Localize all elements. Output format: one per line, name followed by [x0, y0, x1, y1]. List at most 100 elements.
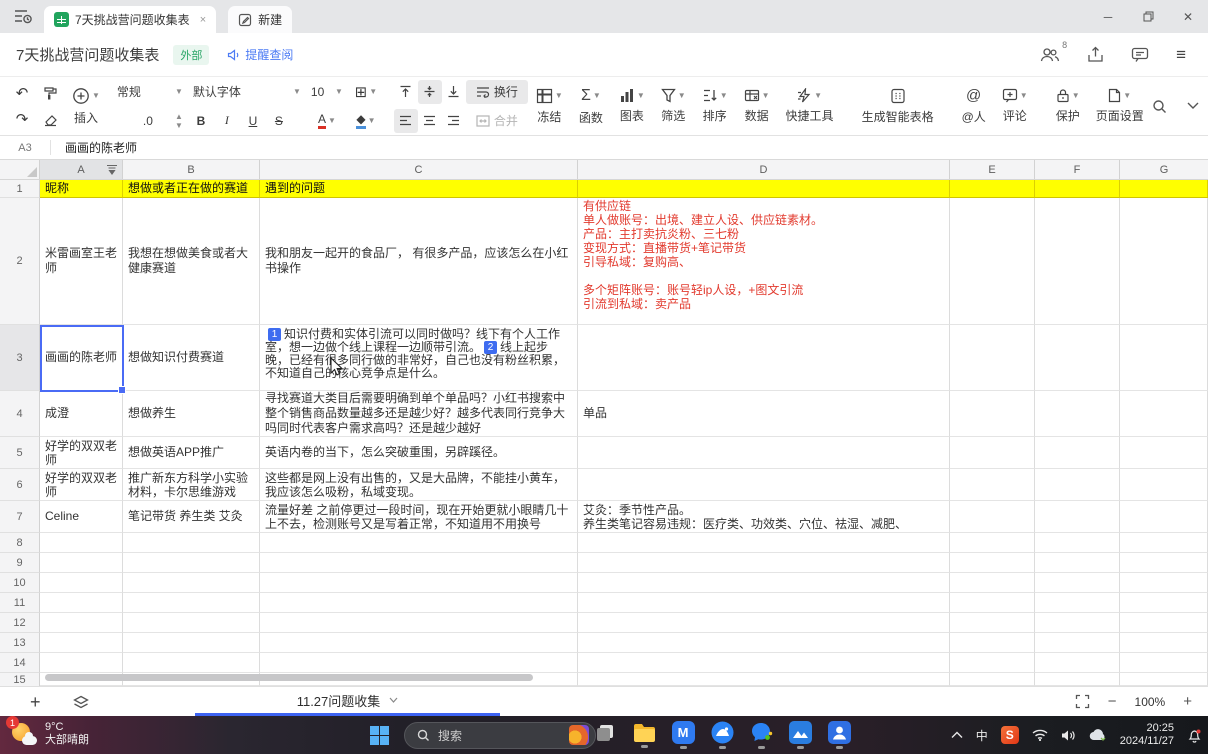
cell-g2[interactable]	[1120, 198, 1208, 325]
collaborators-icon[interactable]: 8	[1040, 47, 1060, 63]
column-header-g[interactable]: G	[1120, 160, 1208, 179]
cell[interactable]	[260, 593, 578, 613]
cell[interactable]	[950, 653, 1035, 673]
wrap-text-button[interactable]: 换行	[466, 80, 528, 104]
cell[interactable]	[1035, 553, 1120, 573]
cell[interactable]	[578, 553, 950, 573]
undo-icon[interactable]: ↶	[9, 81, 35, 105]
cell-a4[interactable]: 成澄	[40, 391, 123, 437]
cell[interactable]	[123, 553, 260, 573]
cell-e1[interactable]	[950, 180, 1035, 198]
cell[interactable]	[123, 573, 260, 593]
new-doc-tab[interactable]: 新建	[228, 6, 292, 33]
menu-icon[interactable]: ≡	[1176, 45, 1186, 65]
ime-indicator[interactable]: 中	[976, 727, 988, 744]
align-center-icon[interactable]	[418, 109, 442, 133]
cell-f1[interactable]	[1035, 180, 1120, 198]
cell[interactable]	[1120, 673, 1208, 686]
cell[interactable]	[578, 533, 950, 553]
cell[interactable]	[40, 633, 123, 653]
page-setup-button[interactable]: ▼ 页面设置	[1088, 88, 1152, 124]
weather-widget[interactable]: 1 9°C 大部晴朗	[10, 720, 89, 747]
row-number[interactable]: 6	[0, 469, 40, 501]
cell[interactable]	[40, 593, 123, 613]
wifi-icon[interactable]	[1032, 729, 1048, 741]
cell[interactable]	[40, 533, 123, 553]
cell[interactable]	[1120, 573, 1208, 593]
cell[interactable]	[260, 573, 578, 593]
filter-icon[interactable]	[106, 164, 118, 175]
cell-a3-selected[interactable]: 画画的陈老师	[40, 325, 123, 391]
cell-a6[interactable]: 好学的双双老师	[40, 469, 123, 501]
sheet-tab-active[interactable]: 11.27问题收集	[195, 687, 500, 716]
row-number[interactable]: 7	[0, 501, 40, 533]
cell[interactable]	[1120, 553, 1208, 573]
row-number[interactable]: 12	[0, 613, 40, 633]
cell[interactable]	[1035, 613, 1120, 633]
cell-a7[interactable]: Celine	[40, 501, 123, 533]
sort-button[interactable]: ▼ 排序	[694, 88, 736, 124]
cloud-sync-icon[interactable]	[1089, 729, 1107, 741]
chevron-up-icon[interactable]	[951, 731, 963, 739]
column-header-e[interactable]: E	[950, 160, 1035, 179]
cell-f2[interactable]	[1035, 198, 1120, 325]
italic-button[interactable]: I	[214, 109, 240, 133]
cell[interactable]	[1120, 633, 1208, 653]
cell[interactable]	[1120, 533, 1208, 553]
cell[interactable]	[260, 533, 578, 553]
cell-f4[interactable]	[1035, 391, 1120, 437]
cell-d7[interactable]: 艾灸：季节性产品。 养生类笔记容易违规：医疗类、功效类、穴位、祛湿、减肥、	[578, 501, 950, 533]
font-size-select[interactable]: 10▼	[306, 80, 348, 104]
cell[interactable]	[950, 673, 1035, 686]
row-number[interactable]: 14	[0, 653, 40, 673]
cell-b7[interactable]: 笔记带货 养生类 艾灸	[123, 501, 260, 533]
cell[interactable]	[1120, 613, 1208, 633]
cell-g3[interactable]	[1120, 325, 1208, 391]
cell-g5[interactable]	[1120, 437, 1208, 469]
cell[interactable]	[40, 573, 123, 593]
row-number[interactable]: 11	[0, 593, 40, 613]
bell-icon[interactable]	[1187, 728, 1202, 743]
file-explorer-icon[interactable]	[631, 720, 657, 750]
cell[interactable]	[950, 633, 1035, 653]
recent-docs-icon[interactable]	[6, 3, 40, 29]
zoom-level[interactable]: 100%	[1135, 695, 1166, 709]
row-number[interactable]: 4	[0, 391, 40, 437]
cell[interactable]	[1035, 573, 1120, 593]
freeze-button[interactable]: ▼ 冻结	[528, 88, 571, 125]
fullscreen-icon[interactable]	[1075, 694, 1090, 709]
cell[interactable]	[950, 573, 1035, 593]
valign-top-icon[interactable]	[394, 80, 418, 104]
mail-app-icon[interactable]: M	[670, 720, 696, 750]
cell[interactable]	[578, 673, 950, 686]
merge-cells-button[interactable]: 合并	[466, 109, 528, 133]
cell[interactable]	[950, 533, 1035, 553]
cell[interactable]	[1035, 533, 1120, 553]
formula-input[interactable]: 画画的陈老师	[51, 139, 137, 156]
column-header-d[interactable]: D	[578, 160, 950, 179]
person-app-icon[interactable]	[826, 720, 852, 750]
number-format-select[interactable]: 常规▼	[112, 80, 188, 104]
comment-icon[interactable]	[1131, 47, 1149, 63]
cell[interactable]	[123, 613, 260, 633]
quick-tools-button[interactable]: ▼ 快捷工具	[778, 88, 842, 124]
horizontal-scrollbar[interactable]	[45, 674, 533, 681]
row-number[interactable]: 1	[0, 180, 40, 198]
cell-d1[interactable]	[578, 180, 950, 198]
eraser-icon[interactable]	[37, 107, 63, 131]
strikethrough-button[interactable]: S	[266, 109, 292, 133]
underline-button[interactable]: U	[240, 109, 266, 133]
cell[interactable]	[123, 593, 260, 613]
align-right-icon[interactable]	[442, 109, 466, 133]
cell-g1[interactable]	[1120, 180, 1208, 198]
comment-button[interactable]: ▼ 评论	[994, 88, 1036, 124]
chart-button[interactable]: ▼ 图表	[611, 88, 653, 124]
cell[interactable]	[123, 633, 260, 653]
row-number[interactable]: 10	[0, 573, 40, 593]
filter-button[interactable]: ▼ 筛选	[653, 88, 694, 124]
cell[interactable]	[1035, 593, 1120, 613]
add-sheet-button[interactable]: +	[30, 693, 41, 711]
zoom-out-button[interactable]: −	[1108, 693, 1117, 710]
remind-review-link[interactable]: 提醒查阅	[227, 46, 293, 63]
cell[interactable]	[1120, 653, 1208, 673]
